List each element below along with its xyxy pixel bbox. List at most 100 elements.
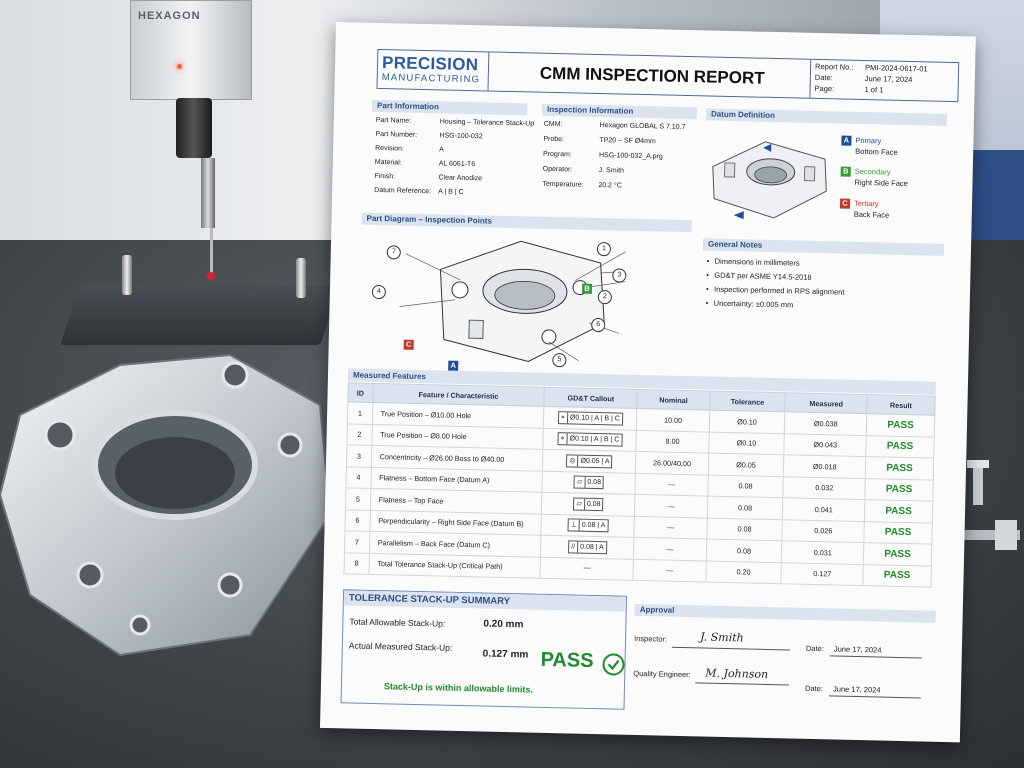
qe-label: Quality Engineer: <box>633 668 691 680</box>
actual-label: Actual Measured Stack-Up: <box>348 640 453 653</box>
row-feature: Total Tolerance Stack-Up (Critical Path) <box>368 552 541 579</box>
row-nominal: — <box>634 494 708 518</box>
aluminum-housing-part <box>0 353 332 657</box>
row-callout: //0.08 | A <box>540 535 635 559</box>
row-id: 2 <box>346 423 372 446</box>
note-item: Uncertainty: ±0.005 mm <box>714 299 794 310</box>
gdt-symbol-icon: ⌖ <box>560 411 569 424</box>
row-tolerance: 0.20 <box>705 560 782 584</box>
summary-pass-result: PASS <box>540 648 594 673</box>
callout-text: 0.08 <box>586 500 601 508</box>
callout-text: 0.08 | A <box>581 521 606 530</box>
row-id: 3 <box>346 444 372 467</box>
row-result: PASS <box>863 542 932 566</box>
inspection-info-heading: Inspection Information <box>541 103 698 120</box>
machine-brand: HEXAGON <box>138 10 201 22</box>
col-result: Result <box>866 394 936 416</box>
general-notes-heading: General Notes <box>702 238 945 256</box>
gdt-symbol-icon: ⌖ <box>560 433 568 445</box>
row-tolerance: Ø0.10 <box>708 410 786 434</box>
status-led <box>177 64 182 69</box>
measured-features-body: 1 True Position – Ø10.00 Hole ⌖ Ø0.10 | A |… <box>343 401 935 588</box>
row-tolerance: 0.08 <box>705 539 783 563</box>
datum-a-badge: A <box>841 135 852 146</box>
inspector-date: June 17, 2024 <box>833 644 882 655</box>
fixture-pin <box>296 258 306 298</box>
datum-definition-heading: Datum Definition <box>705 108 948 126</box>
inspector-signature: J. Smith <box>699 630 744 645</box>
datum-b-name: Secondary <box>854 166 891 177</box>
row-measured: 0.032 <box>783 476 866 500</box>
gdt-symbol-icon: ▱ <box>576 476 586 489</box>
row-nominal: 26.00/40.00 <box>635 451 709 475</box>
callout-text: Ø0.10 | A | B | C <box>569 414 620 423</box>
row-measured: 0.127 <box>781 562 864 586</box>
row-callout: ⌖ Ø0.10 | A | B | C <box>543 406 638 430</box>
feature-control-frame: ▱ 0.08 <box>573 497 604 511</box>
allowable-label: Total Allowable Stack-Up: <box>349 616 446 629</box>
inspector-sign-line <box>671 646 790 651</box>
summary-message: Stack-Up is within allowable limits. <box>383 681 534 695</box>
diagram-datum-a: A <box>448 360 459 371</box>
row-result: PASS <box>862 564 932 588</box>
callout-text: Ø0.05 | A <box>580 457 610 466</box>
datum-b-face: Right Side Face <box>854 177 908 189</box>
gdt-symbol-icon: ◎ <box>569 455 579 467</box>
probe-tip <box>207 272 215 280</box>
inspector-label: Inspector: <box>633 633 668 644</box>
row-callout: ◎ Ø0.05 | A <box>542 449 637 473</box>
inspector-date-line <box>829 655 922 659</box>
summary-heading: TOLERANCE STACK-UP SUMMARY <box>343 590 627 612</box>
allowable-value: 0.20 mm <box>483 618 524 631</box>
datum-c-badge: C <box>839 198 851 209</box>
datum-a-face: Bottom Face <box>855 146 898 157</box>
row-callout: — <box>540 556 634 581</box>
feature-control-frame: //0.08 | A <box>568 540 607 555</box>
report-title: CMM INSPECTION REPORT <box>539 63 765 88</box>
check-circle-icon <box>602 653 625 676</box>
row-result: PASS <box>864 478 934 502</box>
col-nominal: Nominal <box>637 389 710 411</box>
row-callout: ▱ 0.08 <box>541 492 636 516</box>
row-measured: Ø0.018 <box>783 454 866 479</box>
row-id: 5 <box>345 487 371 510</box>
row-nominal: 8.00 <box>636 429 709 454</box>
row-id: 4 <box>345 466 371 489</box>
qe-signature: M. Johnson <box>705 666 769 681</box>
row-tolerance: 0.08 <box>706 517 783 541</box>
col-measured: Measured <box>785 392 868 414</box>
row-tolerance: Ø0.10 <box>708 431 785 455</box>
inspection-report-sheet: PRECISION MANUFACTURING CMM INSPECTION R… <box>319 22 976 743</box>
row-measured: 0.026 <box>782 519 865 543</box>
row-id: 7 <box>344 530 370 553</box>
qe-date-label: Date: <box>804 683 824 694</box>
company-logo: PRECISION MANUFACTURING <box>377 49 490 91</box>
probe-head <box>176 98 212 158</box>
row-result: PASS <box>863 521 933 545</box>
row-nominal: — <box>633 537 707 561</box>
callout-text: — <box>583 565 591 573</box>
part-info-heading: Part Information <box>371 99 528 116</box>
row-callout: ▱ 0.08 <box>542 470 636 495</box>
row-result: PASS <box>864 499 933 523</box>
feature-control-frame: ⌖ Ø0.10 | A | B | C <box>557 410 623 426</box>
diagram-datum-c: C <box>403 339 414 350</box>
report-meta: Report No.: PMI-2024-0617-01 Date: June … <box>809 59 960 102</box>
datum-c-face: Back Face <box>853 209 890 220</box>
row-measured: 0.041 <box>782 497 865 522</box>
row-nominal: — <box>634 515 707 540</box>
datum-c-name: Tertiary <box>853 198 879 209</box>
logo-line-2: MANUFACTURING <box>381 72 481 86</box>
fixture-pin <box>122 255 132 295</box>
callout-text: Ø0.10 | A | B | C <box>569 435 620 444</box>
note-item: GD&T per ASME Y14.5-2018 <box>714 271 811 282</box>
row-id: 1 <box>347 401 373 424</box>
actual-value: 0.127 mm <box>482 648 529 661</box>
col-id: ID <box>347 382 373 403</box>
qe-sign-line <box>695 682 790 686</box>
row-measured: Ø0.043 <box>784 433 867 457</box>
feature-control-frame: ▱ 0.08 <box>573 475 605 490</box>
datum-b-badge: B <box>840 166 851 177</box>
feature-control-frame: — <box>581 563 592 574</box>
callout-text: 0.08 <box>587 479 602 487</box>
